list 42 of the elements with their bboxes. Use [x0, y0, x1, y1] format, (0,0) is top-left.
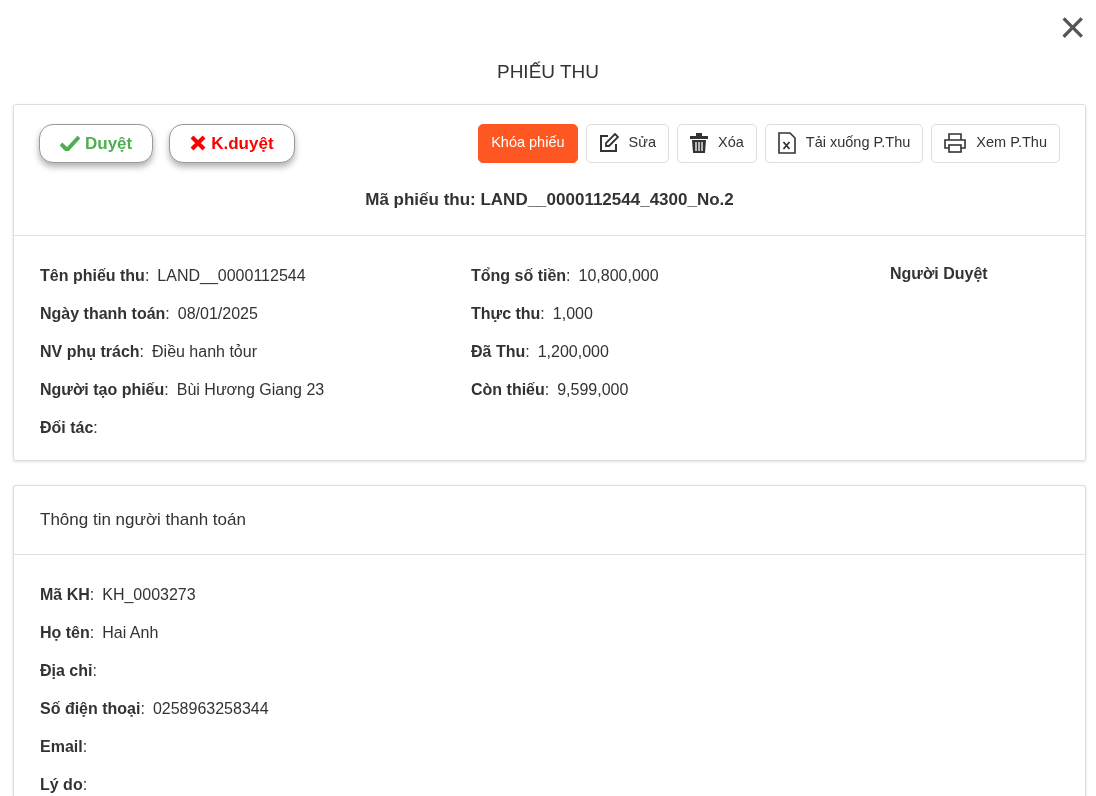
- field-value: Điều hanh tỏur: [152, 342, 257, 360]
- field-label: Tổng số tiền:: [471, 266, 571, 284]
- field-label: Đối tác:: [40, 418, 98, 436]
- field-value: 08/01/2025: [177, 304, 258, 322]
- trash-icon: [690, 133, 708, 153]
- spreadsheet-file-icon: [777, 132, 796, 154]
- field-value: 1,000: [552, 304, 593, 322]
- edit-icon: [598, 133, 619, 153]
- field-label: Đã Thu:: [471, 342, 530, 360]
- section-title: Thông tin người thanh toán: [40, 509, 246, 529]
- field-value: 9,599,000: [557, 380, 629, 398]
- field-value: Hai Anh: [102, 624, 159, 641]
- close-button[interactable]: ×: [1055, 4, 1090, 50]
- field-label: Còn thiếu:: [471, 380, 550, 398]
- field-value: 10,800,000: [578, 266, 659, 284]
- field-label: Ngày thanh toán:: [40, 304, 170, 322]
- dialog-title: PHIẾU THU: [495, 60, 601, 84]
- field-value: Bùi Hương Giang 23: [176, 380, 325, 398]
- field-value: LAND__0000112544: [157, 266, 306, 284]
- view-button[interactable]: Xem P.Thu: [931, 123, 1060, 163]
- field-label: Lý do:: [40, 776, 88, 793]
- receipt-code: Mã phiếu thu: LAND__0000112544_4300_No.2: [364, 189, 735, 211]
- field-label: Tên phiếu thu:: [40, 266, 150, 284]
- download-button[interactable]: Tải xuống P.Thu: [764, 123, 924, 163]
- field-label: Thực thu:: [471, 304, 545, 322]
- field-label: NV phụ trách:: [40, 342, 144, 360]
- delete-button[interactable]: Xóa: [677, 123, 757, 163]
- x-icon: [190, 135, 207, 152]
- field-label: Họ tên:: [40, 624, 95, 641]
- printer-icon: [944, 133, 967, 153]
- field-label: Số điện thoại:: [40, 700, 145, 717]
- field-value: KH_0003273: [102, 586, 196, 603]
- reject-button[interactable]: K.duyệt: [169, 123, 295, 163]
- field-label: Địa chỉ:: [40, 662, 97, 679]
- edit-button[interactable]: Sửa: [585, 123, 669, 163]
- field-value: 0258963258344: [152, 700, 269, 717]
- field-label: Mã KH:: [40, 586, 95, 603]
- check-icon: [60, 135, 80, 152]
- field-label: Email:: [40, 738, 88, 755]
- approver-heading: Người Duyệt: [890, 263, 988, 284]
- field-value: 1,200,000: [537, 342, 609, 360]
- field-label: Người tạo phiếu:: [40, 380, 169, 398]
